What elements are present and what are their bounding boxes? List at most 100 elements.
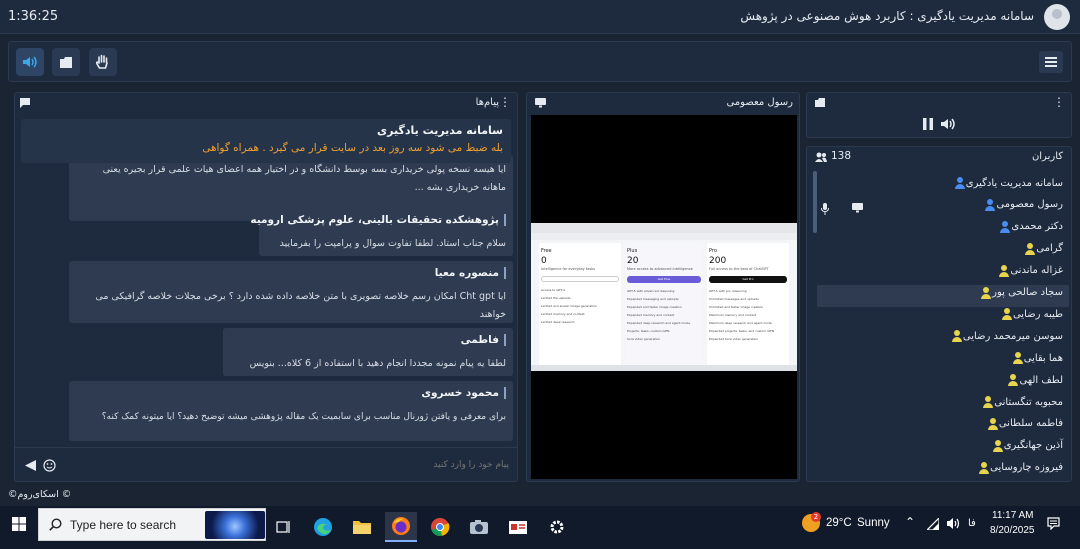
presentation-app-icon <box>509 521 527 534</box>
speaker-icon <box>23 56 37 68</box>
user-name: لطف الهی <box>1019 374 1063 386</box>
pause-icon[interactable] <box>923 118 933 130</box>
taskbar-firefox[interactable] <box>385 512 417 542</box>
share-button[interactable] <box>52 48 80 76</box>
top-bar: 1:36:25 سامانه مدیریت یادگیری : کاربرد ه… <box>0 0 1080 34</box>
chat-input-bar <box>15 447 517 481</box>
chat-options-icon[interactable]: ⋮ <box>499 95 511 109</box>
plan-card-free: Free 0 Intelligence for everyday tasks A… <box>539 243 621 371</box>
user-name: رسول معصومی <box>996 199 1063 211</box>
notification-icon[interactable] <box>1047 517 1060 530</box>
chat-input[interactable] <box>63 454 511 476</box>
user-name: آذین جهانگیری <box>1003 440 1063 452</box>
list-item[interactable]: غزاله ماندنی <box>993 261 1063 281</box>
pinned-sender: سامانه مدیریت یادگیری <box>377 124 503 137</box>
list-item[interactable]: فاطمه سلطانی <box>982 414 1063 434</box>
taskbar-office-app[interactable] <box>502 512 534 542</box>
shared-screen: Free 0 Intelligence for everyday tasks A… <box>531 223 797 371</box>
clock-time[interactable]: 11:17 AM <box>992 510 1034 521</box>
folder-icon <box>815 98 825 107</box>
list-item[interactable]: گرامی <box>1019 239 1063 259</box>
browser-tabs <box>531 223 797 233</box>
list-item: محمود خسروی برای معرفی و یافتن ژورنال من… <box>69 381 513 441</box>
user-name: دکتر محمدی <box>1011 221 1063 233</box>
list-item[interactable]: سجاد صالحی پور <box>975 283 1063 303</box>
session-timer: 1:36:25 <box>8 9 59 24</box>
list-item[interactable]: هما بقایی <box>1007 348 1063 368</box>
menu-button[interactable] <box>1039 51 1063 73</box>
taskbar-settings[interactable] <box>541 512 573 542</box>
list-item[interactable]: سامانه مدیریت یادگیری <box>949 173 1063 193</box>
browser-address-bar <box>531 233 797 240</box>
user-name: فیروزه چاروسایی <box>990 462 1063 474</box>
taskbar-chrome[interactable] <box>424 512 456 542</box>
taskbar-file-explorer[interactable] <box>346 512 378 542</box>
user-name: سجاد صالحی پور <box>992 287 1063 298</box>
user-icon <box>1007 374 1019 387</box>
users-list: سامانه مدیریت یادگیری رسول معصومی دکتر محم… <box>807 173 1071 481</box>
folder-icon <box>60 56 72 68</box>
language-indicator[interactable]: فا <box>968 518 976 529</box>
user-icon <box>1012 352 1024 365</box>
screen-share-icon <box>535 98 546 108</box>
plan-features: GPT-5 with pro reasoning Unlimited messag… <box>709 289 775 341</box>
chat-panel: پیام‌ها ⋮ ایا هیسه نسخه پولی خریداری بسه… <box>14 92 518 482</box>
os-taskbar-strip <box>531 365 797 371</box>
emoji-icon[interactable] <box>43 459 56 472</box>
presenter-name: رسول معصومی <box>726 97 793 108</box>
chat-icon <box>20 98 30 108</box>
taskbar-edge[interactable] <box>307 512 339 542</box>
user-icon <box>982 396 994 408</box>
wifi-icon[interactable] <box>927 518 939 530</box>
avatar[interactable] <box>1044 4 1070 30</box>
user-name: محبوبه تنگستانی <box>994 396 1063 408</box>
list-item[interactable]: دکتر محمدی <box>994 217 1063 237</box>
chat-messages[interactable]: ایا هیسه نسخه پولی خریداری بسه بوسط دانش… <box>17 113 515 443</box>
list-item[interactable]: طیبه رضایی <box>996 304 1063 324</box>
weather-temp[interactable]: 29°C <box>826 517 852 529</box>
speaker-button[interactable] <box>16 48 44 76</box>
camera-icon <box>470 520 488 534</box>
windows-start-icon[interactable] <box>12 517 26 531</box>
user-name: فاطمه سلطانی <box>998 418 1063 430</box>
user-icon <box>984 198 996 211</box>
list-item[interactable]: رسول معصومی <box>979 195 1063 215</box>
raise-hand-button[interactable] <box>89 48 117 76</box>
user-icon <box>980 286 992 299</box>
task-view-icon <box>276 521 290 533</box>
user-icon <box>987 417 999 430</box>
video-stream[interactable]: Free 0 Intelligence for everyday tasks A… <box>531 115 797 479</box>
clock-date[interactable]: 8/20/2025 <box>990 525 1035 536</box>
hand-icon <box>96 54 108 69</box>
send-icon[interactable] <box>25 460 36 471</box>
list-item[interactable]: فیروزه چاروسایی <box>973 458 1063 478</box>
toolbar <box>8 41 1072 82</box>
volume-icon[interactable] <box>946 517 960 530</box>
chevron-up-icon[interactable]: ⌃ <box>905 515 915 529</box>
firefox-icon <box>392 517 410 535</box>
search-highlight-image <box>205 511 265 539</box>
list-item: منصوره معیا ایا Cht gpt امکان رسم خلاصه … <box>69 261 513 323</box>
taskbar-search-box[interactable]: Type here to search <box>38 508 266 541</box>
taskbar-camera-app[interactable] <box>463 512 495 542</box>
pinned-message[interactable]: سامانه مدیریت یادگیری بله ضبط می شود سه … <box>21 119 511 163</box>
audio-options-icon[interactable]: ⋮ <box>1053 95 1065 109</box>
task-view-button[interactable] <box>268 512 300 542</box>
user-icon <box>978 461 990 474</box>
gear-icon <box>550 520 564 534</box>
taskbar-search-input: Type here to search <box>70 518 177 532</box>
user-icon <box>1001 308 1013 321</box>
weather-text[interactable]: Sunny <box>857 517 890 529</box>
plan-button <box>541 276 619 282</box>
folder-icon <box>353 521 371 534</box>
list-item[interactable]: لطف الهی <box>1002 370 1063 390</box>
user-name: سوسن میرمحمد رضایی <box>962 330 1063 342</box>
user-name: سامانه مدیریت یادگیری <box>965 177 1063 189</box>
user-icon <box>999 220 1011 233</box>
plan-card-pro: Pro 200 Full access to the best of ChatG… <box>707 243 789 371</box>
list-item[interactable]: محبوبه تنگستانی <box>977 392 1063 412</box>
user-name: طیبه رضایی <box>1012 308 1063 320</box>
volume-icon[interactable] <box>940 117 956 131</box>
list-item[interactable]: سوسن میرمحمد رضایی <box>946 326 1063 346</box>
list-item[interactable]: آذین جهانگیری <box>987 436 1063 456</box>
